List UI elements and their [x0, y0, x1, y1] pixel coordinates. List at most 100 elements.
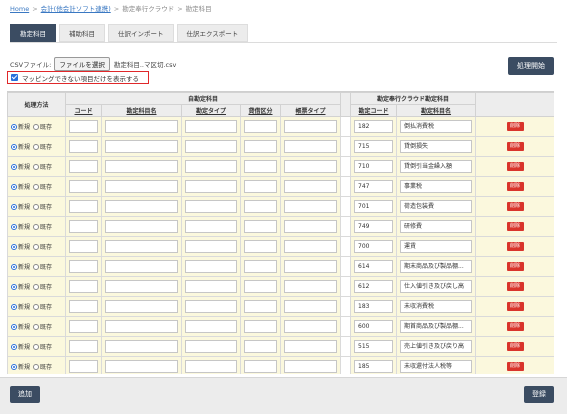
- debit-credit-select[interactable]: [244, 260, 277, 273]
- target-name-input[interactable]: 仕入値引き及び戻し高: [400, 280, 473, 293]
- account-name-input[interactable]: [105, 200, 178, 213]
- target-name-input[interactable]: 研修費: [400, 220, 473, 233]
- code-input[interactable]: [69, 240, 98, 253]
- header-target-code[interactable]: 勘定コード: [350, 104, 397, 117]
- radio-existing[interactable]: [33, 204, 40, 210]
- target-name-input[interactable]: 事業税: [400, 180, 473, 193]
- header-report-type[interactable]: 帳票タイプ: [280, 104, 341, 117]
- account-name-input[interactable]: [105, 120, 178, 133]
- breadcrumb-accounting[interactable]: 会計(他会計ソフト連携): [41, 5, 111, 13]
- register-button[interactable]: 登録: [524, 386, 554, 403]
- debit-credit-select[interactable]: [244, 240, 277, 253]
- tab-journal-export[interactable]: 仕訳エクスポート: [176, 24, 249, 42]
- code-input[interactable]: [69, 180, 98, 193]
- radio-existing[interactable]: [33, 304, 40, 310]
- report-type-select[interactable]: [284, 300, 337, 313]
- radio-existing[interactable]: [33, 164, 40, 170]
- radio-existing[interactable]: [33, 364, 40, 370]
- target-code-input[interactable]: 600: [354, 320, 393, 333]
- radio-new[interactable]: [11, 284, 17, 290]
- debit-credit-select[interactable]: [244, 280, 277, 293]
- delete-button[interactable]: 削除: [506, 322, 524, 331]
- radio-existing[interactable]: [33, 144, 40, 150]
- report-type-select[interactable]: [284, 280, 337, 293]
- code-input[interactable]: [69, 220, 98, 233]
- code-input[interactable]: [69, 260, 98, 273]
- radio-new[interactable]: [11, 224, 17, 230]
- radio-existing[interactable]: [33, 184, 40, 190]
- report-type-select[interactable]: [284, 260, 337, 273]
- debit-credit-select[interactable]: [244, 320, 277, 333]
- code-input[interactable]: [69, 200, 98, 213]
- target-code-input[interactable]: 614: [354, 260, 393, 273]
- radio-new[interactable]: [11, 364, 17, 370]
- target-code-input[interactable]: 183: [354, 300, 393, 313]
- radio-new[interactable]: [11, 204, 17, 210]
- debit-credit-select[interactable]: [244, 160, 277, 173]
- target-name-input[interactable]: 貸倒引当金繰入額: [400, 160, 473, 173]
- code-input[interactable]: [69, 340, 98, 353]
- account-name-input[interactable]: [105, 300, 178, 313]
- target-code-input[interactable]: 185: [354, 360, 393, 373]
- radio-existing[interactable]: [33, 224, 40, 230]
- delete-button[interactable]: 削除: [506, 302, 524, 311]
- header-code[interactable]: コード: [65, 104, 102, 117]
- target-code-input[interactable]: 715: [354, 140, 393, 153]
- debit-credit-select[interactable]: [244, 180, 277, 193]
- target-code-input[interactable]: 182: [354, 120, 393, 133]
- delete-button[interactable]: 削除: [506, 222, 524, 231]
- code-input[interactable]: [69, 300, 98, 313]
- report-type-select[interactable]: [284, 340, 337, 353]
- debit-credit-select[interactable]: [244, 140, 277, 153]
- radio-new[interactable]: [11, 144, 17, 150]
- radio-existing[interactable]: [33, 284, 40, 290]
- debit-credit-select[interactable]: [244, 200, 277, 213]
- tab-journal-import[interactable]: 仕訳インポート: [108, 24, 174, 42]
- debit-credit-select[interactable]: [244, 340, 277, 353]
- target-code-input[interactable]: 515: [354, 340, 393, 353]
- account-type-select[interactable]: [185, 280, 237, 293]
- delete-button[interactable]: 削除: [506, 122, 524, 131]
- code-input[interactable]: [69, 280, 98, 293]
- radio-existing[interactable]: [33, 244, 40, 250]
- tab-account-items[interactable]: 勘定科目: [10, 24, 56, 42]
- account-type-select[interactable]: [185, 320, 237, 333]
- target-code-input[interactable]: 749: [354, 220, 393, 233]
- target-code-input[interactable]: 700: [354, 240, 393, 253]
- account-type-select[interactable]: [185, 120, 237, 133]
- radio-new[interactable]: [11, 324, 17, 330]
- report-type-select[interactable]: [284, 220, 337, 233]
- radio-new[interactable]: [11, 164, 17, 170]
- radio-new[interactable]: [11, 304, 17, 310]
- delete-button[interactable]: 削除: [506, 242, 524, 251]
- account-type-select[interactable]: [185, 180, 237, 193]
- delete-button[interactable]: 削除: [506, 202, 524, 211]
- target-name-input[interactable]: 未収消費税: [400, 300, 473, 313]
- code-input[interactable]: [69, 120, 98, 133]
- account-name-input[interactable]: [105, 240, 178, 253]
- radio-new[interactable]: [11, 264, 17, 270]
- header-target-name[interactable]: 勘定科目名: [395, 104, 477, 117]
- target-code-input[interactable]: 710: [354, 160, 393, 173]
- report-type-select[interactable]: [284, 120, 337, 133]
- target-name-input[interactable]: 売上値引き及び戻り高: [400, 340, 473, 353]
- target-name-input[interactable]: 荷造包装費: [400, 200, 473, 213]
- target-name-input[interactable]: 未収還付法人税等: [400, 360, 473, 373]
- tab-sub-accounts[interactable]: 補助科目: [59, 24, 105, 42]
- report-type-select[interactable]: [284, 360, 337, 373]
- radio-new[interactable]: [11, 244, 17, 250]
- account-name-input[interactable]: [105, 160, 178, 173]
- target-code-input[interactable]: 747: [354, 180, 393, 193]
- radio-existing[interactable]: [33, 344, 40, 350]
- report-type-select[interactable]: [284, 200, 337, 213]
- radio-existing[interactable]: [33, 124, 40, 130]
- account-type-select[interactable]: [185, 160, 237, 173]
- code-input[interactable]: [69, 160, 98, 173]
- report-type-select[interactable]: [284, 240, 337, 253]
- report-type-select[interactable]: [284, 160, 337, 173]
- header-account-type[interactable]: 勘定タイプ: [181, 104, 241, 117]
- report-type-select[interactable]: [284, 140, 337, 153]
- delete-button[interactable]: 削除: [506, 162, 524, 171]
- account-type-select[interactable]: [185, 360, 237, 373]
- radio-existing[interactable]: [33, 264, 40, 270]
